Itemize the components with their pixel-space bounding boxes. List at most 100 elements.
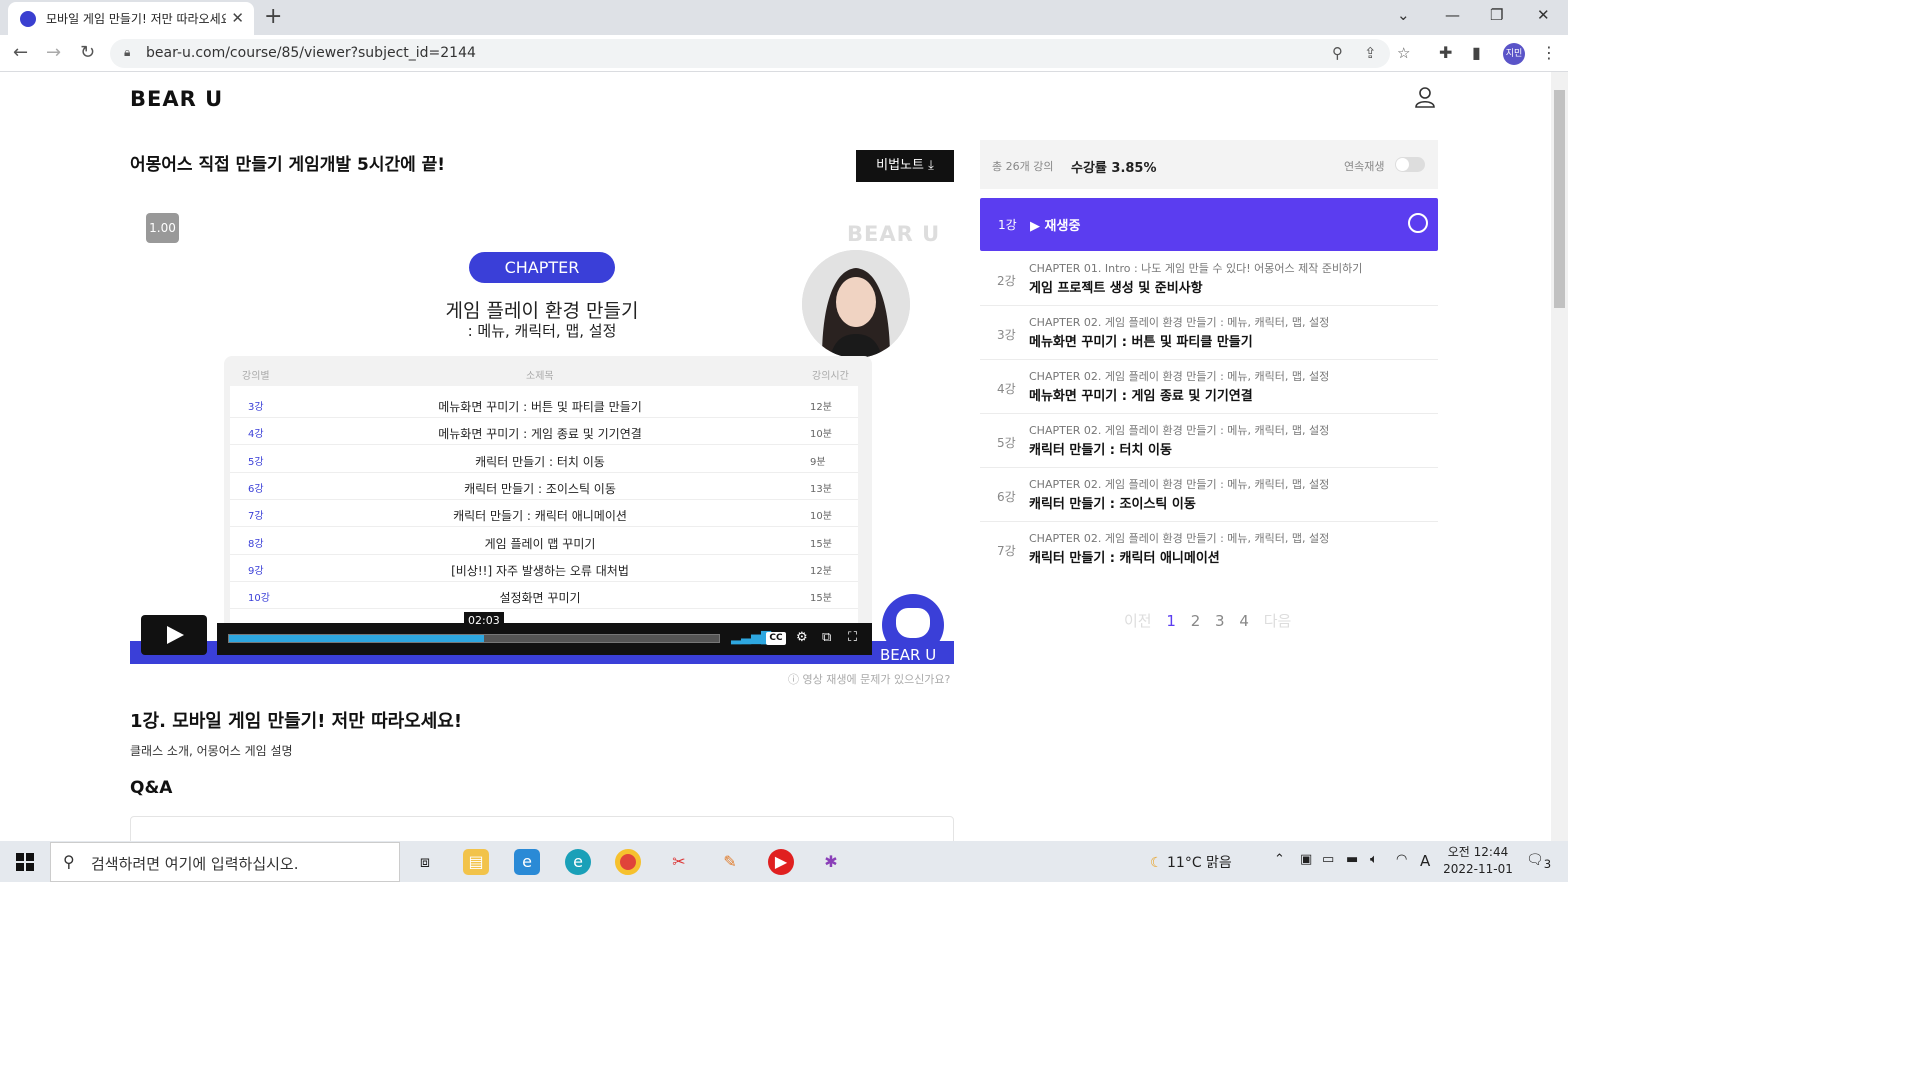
- tray-display-icon[interactable]: ▭: [1322, 852, 1334, 867]
- lesson-number: 6강: [997, 490, 1016, 504]
- tray-app-icon[interactable]: ▣: [1300, 852, 1312, 867]
- tray-expand-icon[interactable]: ⌃: [1274, 852, 1285, 867]
- side-panel-icon[interactable]: ▮: [1472, 43, 1481, 62]
- edge-icon[interactable]: e: [565, 849, 591, 875]
- autoplay-toggle[interactable]: [1395, 157, 1425, 172]
- lesson-number: 3강: [997, 328, 1016, 342]
- play-button[interactable]: [141, 615, 207, 655]
- file-explorer-icon[interactable]: ▤: [463, 849, 489, 875]
- playback-speed-badge[interactable]: 1.00: [146, 213, 179, 243]
- zoom-icon[interactable]: ⚲: [1332, 44, 1343, 62]
- autoplay-label: 연속재생: [1344, 160, 1385, 173]
- video-controls: 02:03 ▂▃▅▇ CC ⚙ ⧉ ⛶: [217, 612, 872, 655]
- lesson-chapter: CHAPTER 02. 게임 플레이 환경 만들기 : 메뉴, 캐릭터, 맵, …: [1029, 532, 1330, 545]
- profile-avatar[interactable]: 지민: [1503, 43, 1525, 65]
- course-title: 어몽어스 직접 만들기 게임개발 5시간에 끝!: [130, 155, 446, 175]
- page-scrollbar[interactable]: [1551, 72, 1568, 841]
- tab-close-icon[interactable]: ✕: [231, 9, 244, 27]
- video-heading: 게임 플레이 환경 만들기: [445, 300, 639, 322]
- volume-icon[interactable]: ▂▃▅▇: [731, 630, 771, 645]
- pager-page[interactable]: 4: [1239, 612, 1249, 630]
- browser-tab[interactable]: 모바일 게임 만들기! 저만 따라오세요! ✕: [8, 2, 254, 35]
- ime-indicator[interactable]: A: [1420, 852, 1430, 870]
- snipping-tool-icon[interactable]: ✂: [666, 849, 692, 875]
- table-row: 4강 메뉴화면 꾸미기 : 게임 종료 및 기기연결 10분: [230, 418, 858, 445]
- reload-icon[interactable]: ↻: [80, 42, 95, 63]
- pager-page[interactable]: 3: [1215, 612, 1225, 630]
- fullscreen-icon[interactable]: ⛶: [848, 630, 857, 645]
- pager-prev[interactable]: 이전: [1124, 612, 1152, 630]
- table-row: 8강 게임 플레이 맵 꾸미기 15분: [230, 528, 858, 555]
- lesson-title: 메뉴화면 꾸미기 : 버튼 및 파티클 만들기: [1029, 335, 1253, 350]
- clock-date: 2022-11-01: [1443, 862, 1513, 876]
- table-header-num: 강의별: [242, 371, 270, 382]
- pager-page[interactable]: 1: [1166, 612, 1176, 630]
- close-window-icon[interactable]: ✕: [1537, 6, 1550, 24]
- captions-button[interactable]: CC: [766, 632, 786, 645]
- lesson-number: 7강: [997, 544, 1016, 558]
- battery-icon[interactable]: ▬: [1346, 852, 1358, 867]
- table-row: 6강 캐릭터 만들기 : 조이스틱 이동 13분: [230, 473, 858, 500]
- progress-bar[interactable]: [228, 634, 720, 643]
- secret-note-button[interactable]: 비법노트 ⤓: [856, 150, 954, 182]
- report-problem-text: 영상 재생에 문제가 있으신가요?: [802, 673, 951, 686]
- lesson-chapter: CHAPTER 01. Intro : 나도 게임 만들 수 있다! 어몽어스 …: [1029, 262, 1363, 275]
- browser-toolbar: ← → ↻ 🔒︎ bear-u.com/course/85/viewer?sub…: [0, 35, 1568, 72]
- speaker-icon[interactable]: 🔈︎: [1370, 852, 1378, 867]
- internet-explorer-icon[interactable]: e: [514, 849, 540, 875]
- table-row: 9강 [비상!!] 자주 발생하는 오류 대처법 12분: [230, 555, 858, 582]
- lesson-chapter: CHAPTER 02. 게임 플레이 환경 만들기 : 메뉴, 캐릭터, 맵, …: [1029, 424, 1330, 437]
- minimize-icon[interactable]: —: [1445, 6, 1460, 24]
- slack-icon[interactable]: ✱: [818, 849, 844, 875]
- share-icon[interactable]: ⇪: [1364, 44, 1377, 62]
- now-playing-item[interactable]: 1강 ▶ 재생중: [980, 198, 1438, 251]
- completion-rate: 수강률 3.85%: [1071, 161, 1157, 176]
- pagination: 이전 1 2 3 4 다음: [1124, 610, 1301, 631]
- url-text[interactable]: bear-u.com/course/85/viewer?subject_id=2…: [146, 45, 476, 61]
- scrollbar-thumb[interactable]: [1554, 90, 1565, 308]
- bookmark-star-icon[interactable]: ☆: [1397, 44, 1410, 62]
- play-icon: [167, 626, 184, 644]
- restore-icon[interactable]: ❐: [1490, 6, 1503, 24]
- lock-icon[interactable]: 🔒︎: [124, 45, 130, 60]
- video-player[interactable]: 1.00 BEAR U CHAPTER 게임 플레이 환경 만들기 : 메뉴, …: [130, 200, 954, 664]
- lesson-list-item[interactable]: 4강 CHAPTER 02. 게임 플레이 환경 만들기 : 메뉴, 캐릭터, …: [980, 360, 1438, 414]
- lesson-title: 메뉴화면 꾸미기 : 게임 종료 및 기기연결: [1029, 389, 1253, 404]
- forward-icon[interactable]: →: [46, 42, 61, 63]
- lesson-list-item[interactable]: 6강 CHAPTER 02. 게임 플레이 환경 만들기 : 메뉴, 캐릭터, …: [980, 468, 1438, 522]
- back-icon[interactable]: ←: [13, 42, 28, 63]
- bearu-logo[interactable]: BEAR U: [130, 87, 223, 111]
- pip-icon[interactable]: ⧉: [822, 630, 831, 645]
- chrome-icon[interactable]: [615, 849, 641, 875]
- check-circle-icon: [1408, 213, 1428, 233]
- lesson-list-item[interactable]: 5강 CHAPTER 02. 게임 플레이 환경 만들기 : 메뉴, 캐릭터, …: [980, 414, 1438, 468]
- paint-icon[interactable]: ✎: [717, 849, 743, 875]
- pager-next[interactable]: 다음: [1264, 612, 1292, 630]
- windows-start-icon[interactable]: [16, 853, 34, 871]
- notification-icon[interactable]: 🗨︎3: [1526, 852, 1551, 871]
- lesson-number: 5강: [997, 436, 1016, 450]
- pager-page[interactable]: 2: [1191, 612, 1201, 630]
- taskbar-clock[interactable]: 오전 12:44 2022-11-01: [1440, 844, 1516, 878]
- address-bar[interactable]: 🔒︎ bear-u.com/course/85/viewer?subject_i…: [110, 39, 1410, 68]
- user-icon[interactable]: [1414, 86, 1436, 108]
- notification-count: 3: [1543, 856, 1552, 871]
- lesson-list-item[interactable]: 7강 CHAPTER 02. 게임 플레이 환경 만들기 : 메뉴, 캐릭터, …: [980, 522, 1438, 576]
- lesson-list-item[interactable]: 2강 CHAPTER 01. Intro : 나도 게임 만들 수 있다! 어몽…: [980, 252, 1438, 306]
- table-row: 7강 캐릭터 만들기 : 캐릭터 애니메이션 10분: [230, 500, 858, 527]
- video-subheading: : 메뉴, 캐릭터, 맵, 설정: [467, 322, 617, 340]
- new-tab-icon[interactable]: +: [264, 4, 282, 29]
- wifi-icon[interactable]: ◠: [1396, 852, 1407, 867]
- settings-gear-icon[interactable]: ⚙: [796, 630, 808, 645]
- now-playing-label: ▶ 재생중: [1030, 219, 1081, 234]
- tab-search-icon[interactable]: ⌄: [1397, 6, 1410, 24]
- task-view-icon[interactable]: ⧈: [412, 849, 438, 875]
- extensions-icon[interactable]: ✚: [1439, 43, 1452, 62]
- youtube-music-icon[interactable]: ▶: [768, 849, 794, 875]
- lesson-list-item[interactable]: 3강 CHAPTER 02. 게임 플레이 환경 만들기 : 메뉴, 캐릭터, …: [980, 306, 1438, 360]
- total-lectures: 총 26개 강의: [992, 160, 1054, 173]
- menu-kebab-icon[interactable]: ⋮: [1541, 43, 1557, 62]
- weather-widget[interactable]: ☾ 11°C 맑음: [1150, 852, 1232, 872]
- taskbar-search[interactable]: ⚲ 검색하려면 여기에 입력하십시오.: [50, 842, 400, 882]
- report-problem-link[interactable]: ⓘ 영상 재생에 문제가 있으신가요?: [788, 671, 950, 687]
